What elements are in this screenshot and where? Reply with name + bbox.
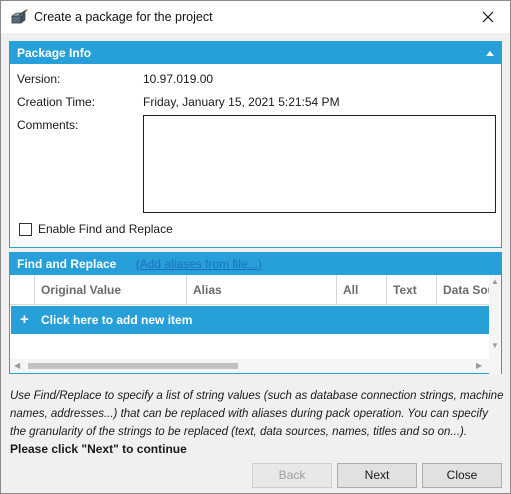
window-close-button[interactable] — [466, 1, 510, 33]
comments-label: Comments: — [17, 118, 79, 132]
next-instruction: Please click "Next" to continue — [10, 442, 187, 456]
find-replace-description: Use Find/Replace to specify a list of st… — [10, 390, 504, 438]
next-button[interactable]: Next — [337, 463, 417, 488]
enable-find-replace-checkbox[interactable] — [19, 222, 32, 236]
enable-find-replace-option[interactable]: Enable Find and Replace — [19, 221, 173, 237]
column-original-value[interactable]: Original Value — [34, 275, 186, 305]
version-label: Version: — [17, 72, 61, 86]
column-data-source[interactable]: Data Sou — [436, 275, 489, 305]
package-wizard-icon — [11, 9, 28, 24]
close-button[interactable]: Close — [422, 463, 502, 488]
column-alias[interactable]: Alias — [186, 275, 336, 305]
add-aliases-link[interactable]: (Add aliases from file...) — [136, 257, 262, 271]
package-info-panel: Package Info Version: 10.97.019.00 Creat… — [9, 41, 502, 248]
find-replace-header: Find and Replace (Add aliases from file.… — [10, 253, 501, 275]
package-info-header[interactable]: Package Info — [10, 42, 501, 64]
column-text[interactable]: Text — [386, 275, 436, 305]
horizontal-scroll-thumb[interactable] — [28, 363, 238, 369]
creation-time-value: Friday, January 15, 2021 5:21:54 PM — [143, 95, 340, 109]
scroll-up-arrow-icon[interactable]: ▲ — [491, 278, 499, 286]
title-bar: Create a package for the project — [1, 1, 510, 33]
column-all[interactable]: All — [336, 275, 386, 305]
version-value: 10.97.019.00 — [143, 72, 214, 86]
enable-find-replace-label: Enable Find and Replace — [38, 222, 173, 236]
horizontal-scrollbar[interactable]: ◀ ▶ — [10, 359, 489, 373]
scroll-right-arrow-icon[interactable]: ▶ — [476, 362, 482, 370]
find-replace-title: Find and Replace — [17, 257, 117, 271]
comments-textarea[interactable] — [143, 115, 496, 213]
close-icon — [482, 11, 494, 23]
find-replace-panel: Find and Replace (Add aliases from file.… — [9, 252, 502, 375]
chevron-up-icon[interactable] — [485, 49, 495, 57]
window-title: Create a package for the project — [34, 10, 213, 24]
vertical-scrollbar[interactable]: ▲ ▼ — [489, 275, 501, 375]
add-new-item-row[interactable]: + Click here to add new item — [11, 306, 489, 334]
grid-header: Original Value Alias All Text Data Sou — [10, 275, 501, 305]
package-info-title: Package Info — [17, 46, 92, 60]
scroll-down-arrow-icon[interactable]: ▼ — [491, 342, 499, 350]
scroll-left-arrow-icon[interactable]: ◀ — [14, 362, 20, 370]
add-new-item-label: Click here to add new item — [41, 313, 193, 327]
back-button[interactable]: Back — [252, 463, 332, 488]
package-dialog: Create a package for the project Package… — [0, 0, 511, 494]
creation-time-label: Creation Time: — [17, 95, 96, 109]
plus-icon: + — [20, 311, 29, 328]
